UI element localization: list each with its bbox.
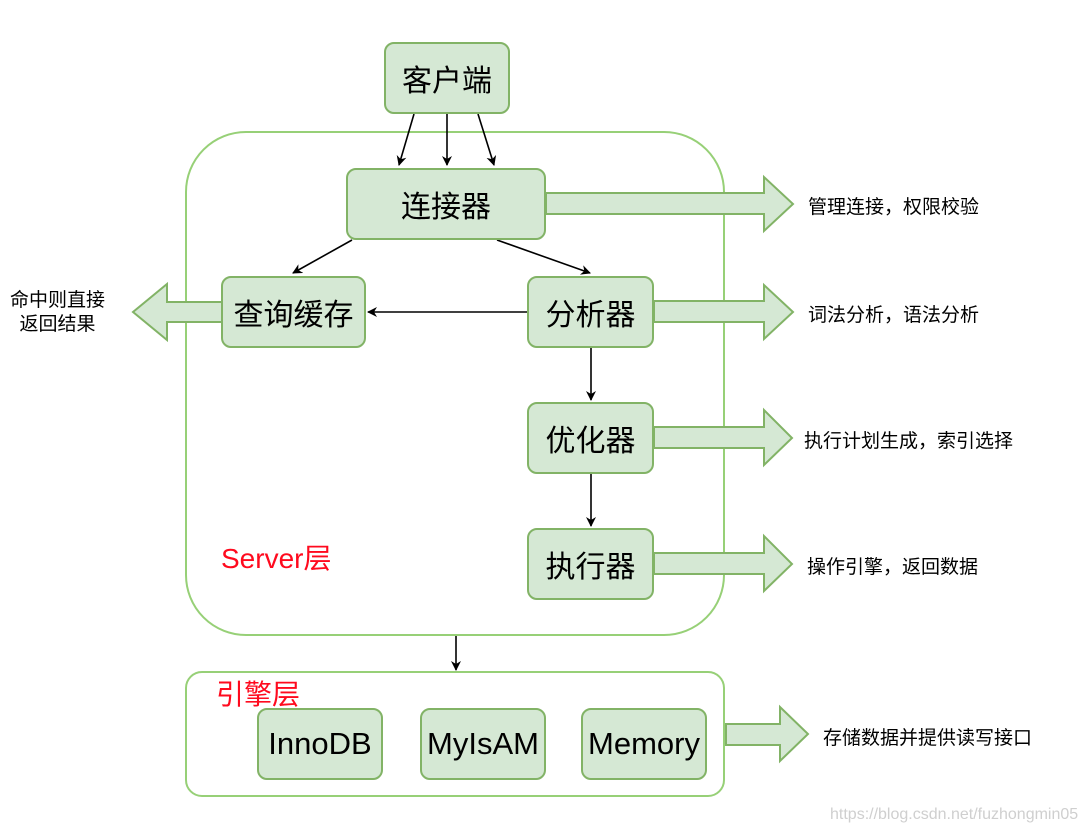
query-cache-note-line-2: 返回结果 — [19, 313, 96, 335]
query-cache-box: 查询缓存 — [221, 276, 366, 348]
connector-to-analyzer-arrow — [496, 239, 591, 275]
connector-label: 连接器 — [401, 190, 491, 225]
analyzer-label: 分析器 — [545, 298, 636, 333]
client-to-connector-arrow-3 — [477, 113, 497, 166]
engine-layer-label: 引擎层 — [216, 678, 301, 711]
engine-label: MyIsAM — [427, 726, 539, 761]
engine-note: 存储数据并提供读写接口 — [823, 727, 1033, 749]
query-cache-note-arrow — [131, 281, 223, 343]
client-to-connector-arrow-1 — [396, 113, 415, 166]
analyzer-box: 分析器 — [527, 276, 654, 348]
engine-box-memory: Memory — [581, 708, 707, 780]
engine-note-arrow — [725, 704, 810, 764]
executor-note: 操作引擎，返回数据 — [807, 556, 979, 578]
query-cache-note-line-1: 命中则直接 — [10, 289, 106, 311]
connector-to-cache-arrow — [292, 239, 353, 274]
query-cache-label: 查询缓存 — [233, 298, 354, 333]
engine-box-innodb: InnoDB — [257, 708, 383, 780]
connector-note-arrow — [545, 174, 795, 234]
client-box: 客户端 — [384, 42, 510, 114]
optimizer-label: 优化器 — [545, 424, 636, 459]
executor-label: 执行器 — [545, 550, 636, 585]
optimizer-box: 优化器 — [527, 402, 654, 474]
engine-label: InnoDB — [268, 726, 372, 761]
engine-box-myisam: MyIsAM — [420, 708, 546, 780]
connector-box: 连接器 — [346, 168, 546, 240]
server-layer-label: Server层 — [221, 543, 332, 574]
optimizer-note: 执行计划生成，索引选择 — [804, 430, 1014, 452]
client-label: 客户端 — [402, 64, 492, 99]
engine-label: Memory — [588, 726, 700, 761]
connector-note: 管理连接，权限校验 — [808, 196, 980, 218]
query-cache-note: 命中则直接 返回结果 — [10, 288, 105, 336]
executor-box: 执行器 — [527, 528, 654, 600]
watermark: https://blog.csdn.net/fuzhongmin05 — [830, 806, 1079, 823]
analyzer-note: 词法分析，语法分析 — [808, 304, 980, 326]
